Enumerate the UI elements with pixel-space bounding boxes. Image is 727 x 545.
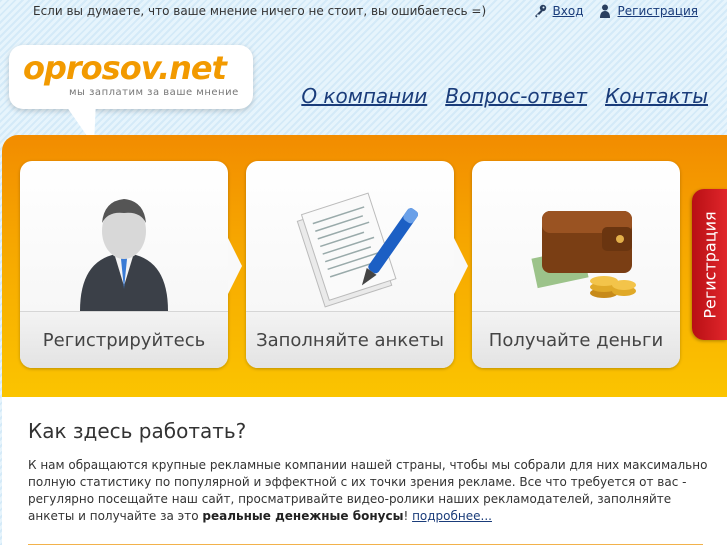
top-bar: Если вы думаете, что ваше мнение ничего …	[0, 0, 727, 22]
account-links: Вход Регистрация	[533, 4, 698, 18]
documents-pen-icon	[296, 192, 419, 308]
key-icon	[534, 4, 546, 18]
register-side-tab[interactable]: Регистрация	[692, 189, 727, 340]
step-label: Получайте деньги	[472, 311, 680, 368]
nav-about[interactable]: О компании	[301, 84, 427, 108]
login-link[interactable]: Вход	[533, 4, 584, 18]
logo-tagline: мы заплатим за ваше мнение	[69, 87, 239, 98]
nav-contacts[interactable]: Контакты	[605, 84, 708, 108]
step-label: Заполняйте анкеты	[246, 311, 454, 368]
logo[interactable]: oprosov.net мы заплатим за ваше мнение	[9, 45, 253, 109]
step-arrow	[454, 238, 468, 294]
register-side-tab-label: Регистрация	[700, 210, 719, 319]
intro-text-tail: !	[403, 509, 413, 523]
user-icon	[599, 4, 610, 18]
logo-name: oprosov.net	[23, 49, 227, 87]
step-card-money[interactable]: Получайте деньги	[472, 161, 680, 368]
wallet-coins-icon	[531, 211, 636, 298]
businessman-icon	[80, 199, 168, 311]
intro-text: К нам обращаются крупные рекламные компа…	[28, 457, 708, 525]
intro-text-bold: реальные денежные бонусы	[202, 509, 404, 523]
read-more-link[interactable]: подробнее...	[412, 509, 492, 523]
nav-faq[interactable]: Вопрос-ответ	[445, 84, 587, 108]
login-label: Вход	[552, 4, 584, 18]
register-label: Регистрация	[617, 4, 698, 18]
step-arrow	[228, 238, 242, 294]
site-slogan: Если вы думаете, что ваше мнение ничего …	[33, 4, 487, 18]
intro-section: Как здесь работать? К нам обращаются кру…	[2, 397, 727, 545]
register-link[interactable]: Регистрация	[598, 4, 698, 18]
step-label: Регистрируйтесь	[20, 311, 228, 368]
main-nav: О компании Вопрос-ответ Контакты	[301, 84, 708, 108]
intro-title: Как здесь работать?	[28, 419, 247, 443]
step-card-surveys[interactable]: Заполняйте анкеты	[246, 161, 454, 368]
step-card-register[interactable]: Регистрируйтесь	[20, 161, 228, 368]
